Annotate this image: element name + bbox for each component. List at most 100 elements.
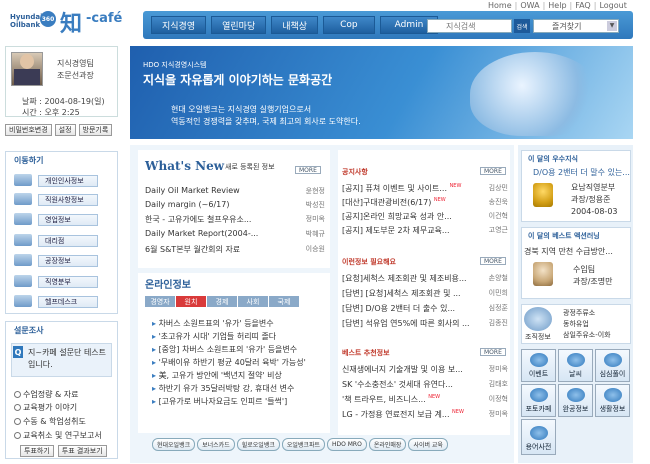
radio-icon[interactable] (14, 391, 21, 398)
poll-option[interactable]: 교육평가 이야기 (14, 402, 77, 413)
list-item[interactable]: [대산]구대관광비전(6/17) NEW 송진욱 (342, 197, 508, 208)
event-button[interactable]: 이벤트 (521, 349, 556, 382)
link-separator: | (593, 1, 597, 10)
expert-text[interactable]: D/O용 2밴터 더 말수 있는... (533, 167, 630, 178)
poll-buttons: 투표하기 투표 결과보기 (20, 445, 107, 457)
news-item[interactable]: '초고유가 시대' 기업들 허리띠 졸다 (152, 331, 324, 342)
tab-international[interactable]: 국제 (269, 296, 299, 307)
related-site-link[interactable]: 오일뱅크파트 (281, 438, 325, 451)
poll-option[interactable]: 수동 & 학업성취도 (14, 416, 86, 427)
vote-button[interactable]: 투표하기 (20, 445, 54, 457)
list-item[interactable]: [요청]세척스 제조회관 및 제조비용... 손양철 (342, 273, 508, 284)
tab-society[interactable]: 사회 (238, 296, 268, 307)
menu-item-factory[interactable]: 공장정보 (38, 255, 98, 267)
news-item[interactable]: 차버스 소원트표의 '유가' 등을변수 (152, 318, 324, 329)
related-site-link[interactable]: 힐로오일뱅크 (236, 438, 280, 451)
related-site-link[interactable]: 보너스카드 (197, 438, 235, 451)
change-password-button[interactable]: 비밀번호변경 (5, 124, 52, 136)
visit-history-button[interactable]: 방문기록 (78, 124, 113, 136)
complete-info-button[interactable]: 완공정보 (558, 384, 593, 417)
online-info-tabs: 경영자 원치 경제 사회 국제 (145, 296, 299, 307)
list-item[interactable]: Daily Oil Market Review 윤현정 (145, 186, 325, 196)
news-item[interactable]: 美, 고유가 방안에 '백년지 절약' 비상 (152, 370, 324, 381)
settings-button[interactable]: 설정 (54, 124, 76, 136)
news-item[interactable]: 하반기 유가 35달러박탕 강, 휴대선 변수 (152, 383, 324, 394)
radio-icon[interactable] (14, 404, 21, 411)
related-sites-bar: 현대오일뱅크 보너스카드 힐로오일뱅크 오일뱅크파트 HDO MRO 온라인매장… (152, 438, 448, 451)
related-site-link[interactable]: 온라인매장 (368, 438, 407, 451)
nav-open-plaza[interactable]: 열린마당 (211, 16, 267, 34)
best-recommend-more-button[interactable]: MORE (480, 348, 506, 356)
logo-cafe-text[interactable]: -café (86, 11, 122, 26)
related-site-link[interactable]: 현대오일뱅크 (152, 438, 196, 451)
nav-cop[interactable]: Cop (323, 16, 375, 34)
news-item[interactable]: [고유가로 버나자요금도 인피르 '들썩'] (152, 396, 324, 407)
radio-icon[interactable] (14, 432, 21, 439)
logo-knowledge-glyph[interactable]: 知 (60, 6, 82, 38)
knowledge-search-input[interactable] (427, 19, 512, 33)
menu-item-helpdesk[interactable]: 헬프데스크 (38, 296, 98, 308)
expert-title: 이 달의 우수지식 (528, 155, 578, 163)
list-item[interactable]: 한국 - 고유가에도 철프우유소... 정미옥 (145, 214, 325, 225)
list-item[interactable]: Daily margin (~6/17) 박성진 (145, 200, 325, 210)
notices-title: 공지사항 (342, 168, 368, 176)
photo-cafe-button[interactable]: 포토카페 (521, 384, 556, 417)
list-item[interactable]: Daily Market Report(2004-... 박혜규 (145, 229, 325, 239)
list-item[interactable]: [공지]온라인 희망교육 성과 안... 이건혁 (342, 211, 508, 222)
favorites-select[interactable]: 즐겨찾기 ▼ (533, 19, 619, 33)
news-item[interactable]: [중앙] 차버스 소원트표의 '유가' 등을변수 (152, 344, 324, 355)
list-item[interactable]: [답변] 석유업 연5%에 따른 회사의 ... 김종진 (342, 318, 508, 329)
tab-politics[interactable]: 원치 (176, 296, 206, 307)
notices-more-button[interactable]: MORE (480, 167, 506, 175)
org-line: 광정주류소 (563, 309, 596, 317)
owa-link[interactable]: OWA (520, 1, 539, 10)
faq-link[interactable]: FAQ (575, 1, 591, 10)
list-item[interactable]: [공지] 제도부문 2차 제무교육... 고영근 (342, 225, 508, 236)
org-info-label[interactable]: 조직정보 (525, 332, 551, 342)
list-item[interactable]: LG - 가정용 연료전지 보급 계... NEW 정미옥 (342, 409, 508, 420)
list-item[interactable]: [답변] D/O용 2밴터 더 출수 있... 심정훈 (342, 303, 508, 314)
help-link[interactable]: Help (548, 1, 566, 10)
related-site-link[interactable]: HDO MRO (326, 438, 367, 451)
org-info-icon[interactable] (524, 307, 552, 331)
menu-item-staff[interactable]: 직원사항정보 (38, 194, 98, 206)
menu-item-branch[interactable]: 직영분부 (38, 276, 98, 288)
banner-line: 현대 오일뱅크는 지식경영 실행기업으로서 (171, 105, 312, 114)
search-button[interactable]: 검색 (514, 19, 530, 33)
list-item[interactable]: [공지] 퓨쳐 이벤트 및 사이트... NEW 김상민 (342, 183, 508, 194)
poll-results-button[interactable]: 투표 결과보기 (57, 445, 107, 457)
needed-info-more-button[interactable]: MORE (480, 257, 506, 265)
sales-icon (14, 213, 32, 225)
expert-title-name: 과장/정용준 (571, 195, 611, 204)
fun-button[interactable]: 심심풀이 (595, 349, 630, 382)
list-item[interactable]: [답변] [요청]세척스 제조회관 및 ... 이민희 (342, 288, 508, 299)
weather-button[interactable]: 날씨 (558, 349, 593, 382)
poll-option[interactable]: 수업정량 & 자료 (14, 389, 78, 400)
nav-knowledge-management[interactable]: 지식경영 (151, 16, 207, 34)
best-action-title: 이 달의 베스트 액션러닝 (528, 232, 600, 240)
home-link[interactable]: Home (488, 1, 512, 10)
menu-item-sales[interactable]: 영업정보 (38, 214, 98, 226)
whats-new-more-button[interactable]: MORE (295, 166, 321, 174)
news-item[interactable]: '무배이유 하반기 평균 40달러 육박' 가능성' (152, 357, 324, 368)
logout-link[interactable]: Logout (599, 1, 626, 10)
list-item[interactable]: 신재생에너지 기술개발 및 이용 보... 정미옥 (342, 364, 508, 375)
list-item[interactable]: '책 트라우트, 비즈니스... NEW 이정혁 (342, 394, 508, 405)
list-item[interactable]: 6월 S&T본부 월간회의 자료 이승원 (145, 244, 325, 255)
link-separator: | (542, 1, 546, 10)
staff-icon (14, 193, 32, 205)
life-info-button[interactable]: 생활정보 (595, 384, 630, 417)
nav-my-desk[interactable]: 내책상 (271, 16, 319, 34)
related-site-link[interactable]: 사이버 교육 (408, 438, 448, 451)
poll-option[interactable]: 교육취소 및 연구보고서 (14, 430, 102, 441)
tab-economy[interactable]: 경제 (207, 296, 237, 307)
banner-line: 역동적인 경쟁력을 갖추며, 국제 최고의 회사로 도약한다. (171, 117, 361, 126)
best-action-text[interactable]: 경북 지역 만천 수급방안... (524, 246, 613, 257)
tab-management[interactable]: 경영자 (145, 296, 175, 307)
menu-item-personnel[interactable]: 개인인사정보 (38, 175, 98, 187)
radio-icon[interactable] (14, 418, 21, 425)
list-item[interactable]: SK '수소충전소' 것세대 유연다... 김태호 (342, 379, 508, 390)
favorites-label: 즐겨찾기 (552, 21, 582, 31)
menu-item-dealer[interactable]: 대리점 (38, 235, 98, 247)
glossary-button[interactable]: 용어사전 (521, 419, 556, 455)
